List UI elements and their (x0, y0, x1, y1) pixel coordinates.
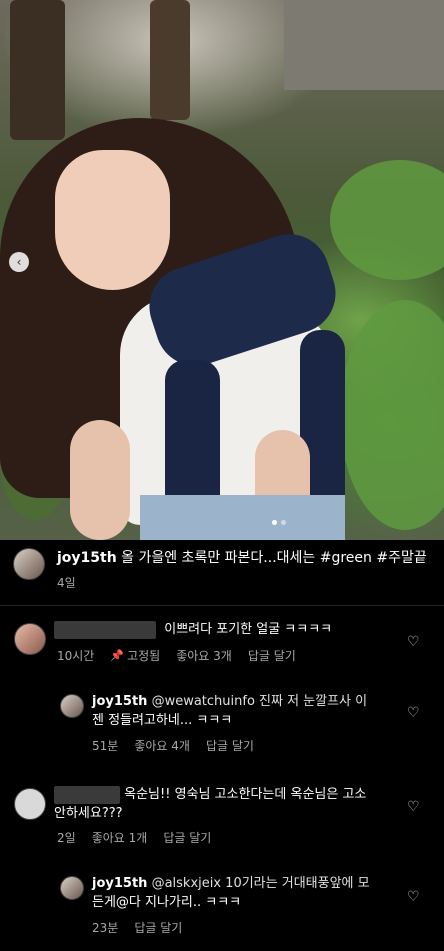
caption-time: 4일 (57, 576, 76, 590)
reply-button[interactable]: 답글 달기 (163, 829, 211, 846)
carousel-prev-icon[interactable]: ‹ (9, 252, 29, 272)
comment-body: 옥순님!! 영숙님 고소한다는데 옥순님은 고소 (124, 787, 367, 802)
divider (0, 605, 444, 606)
avatar[interactable] (60, 876, 84, 900)
comment-likes[interactable]: 좋아요 1개 (92, 829, 148, 846)
heart-icon[interactable]: ♡ (407, 800, 421, 814)
pinned-label: 📌 고정됨 (110, 647, 160, 664)
comment-time: 2일 (57, 831, 76, 845)
photo-face (55, 150, 170, 290)
carousel-dot (281, 520, 286, 525)
heart-icon[interactable]: ♡ (407, 706, 421, 720)
photo-tree (10, 0, 65, 140)
carousel-dots (272, 520, 286, 525)
comment-meta: 51분 좋아요 4개 답글 달기 (92, 737, 254, 754)
photo-bush (330, 160, 444, 280)
heart-icon[interactable]: ♡ (407, 635, 421, 649)
photo-bush (340, 300, 444, 530)
comment-username[interactable]: joy15th (92, 876, 147, 891)
caption-text: joy15th 올 가을엔 초록만 파본다...대세는 #green #주말끝 (57, 548, 427, 568)
comment-body-line2: 안하세요??? (54, 806, 123, 821)
comment-body-line2: 젠 정들려고하네... ㅋㅋㅋ (92, 713, 233, 728)
comment-meta: 2일 좋아요 1개 답글 달기 (57, 829, 211, 846)
comment-text: 옥순님!! 영숙님 고소한다는데 옥순님은 고소 안하세요??? (54, 785, 366, 823)
avatar[interactable] (14, 623, 46, 655)
redacted-username (54, 785, 120, 804)
comment-username[interactable]: joy15th (92, 694, 147, 709)
comment-body: @alskxjeix 10기라는 거대태풍앞에 모 (151, 876, 370, 891)
comment-meta: 10시간 📌 고정됨 좋아요 3개 답글 달기 (57, 647, 296, 664)
comment-body-line2: 든게@다 지나가리.. ㅋㅋㅋ (92, 895, 242, 910)
pin-icon: 📌 (110, 649, 125, 662)
comment-text: joy15th @wewatchuinfo 진짜 저 눈깔프사 이 젠 정들려고… (92, 692, 367, 730)
caption-body: 올 가을엔 초록만 파본다...대세는 #green #주말끝 (121, 550, 427, 566)
comment-meta: 23분 답글 달기 (92, 919, 182, 936)
photo-wall (284, 0, 444, 90)
reply-button[interactable]: 답글 달기 (248, 647, 296, 664)
reply-button[interactable]: 답글 달기 (206, 737, 254, 754)
redacted-username (54, 620, 156, 639)
photo-tree (150, 0, 190, 120)
comment-text: 이쁘려다 포기한 얼굴 ㅋㅋㅋㅋ (54, 620, 332, 639)
comment-body: 이쁘려다 포기한 얼굴 ㅋㅋㅋㅋ (164, 622, 333, 637)
reply-button[interactable]: 답글 달기 (134, 919, 182, 936)
avatar[interactable] (60, 694, 84, 718)
comment-body: @wewatchuinfo 진짜 저 눈깔프사 이 (151, 694, 368, 709)
post-photo[interactable]: ‹ (0, 0, 444, 540)
carousel-dot (272, 520, 277, 525)
comment-likes[interactable]: 좋아요 3개 (176, 647, 232, 664)
pinned-text: 고정됨 (127, 649, 161, 663)
comment-text: joy15th @alskxjeix 10기라는 거대태풍앞에 모 든게@다 지… (92, 874, 370, 912)
comment-time: 23분 (92, 921, 119, 935)
comment-time: 10시간 (57, 649, 95, 663)
heart-icon[interactable]: ♡ (407, 890, 421, 904)
caption-username[interactable]: joy15th (57, 550, 117, 566)
photo-arm (70, 420, 130, 540)
comment-likes[interactable]: 좋아요 4개 (134, 737, 190, 754)
photo-jeans (140, 495, 345, 540)
avatar[interactable] (14, 788, 46, 820)
avatar[interactable] (13, 548, 45, 580)
comment-time: 51분 (92, 739, 119, 753)
